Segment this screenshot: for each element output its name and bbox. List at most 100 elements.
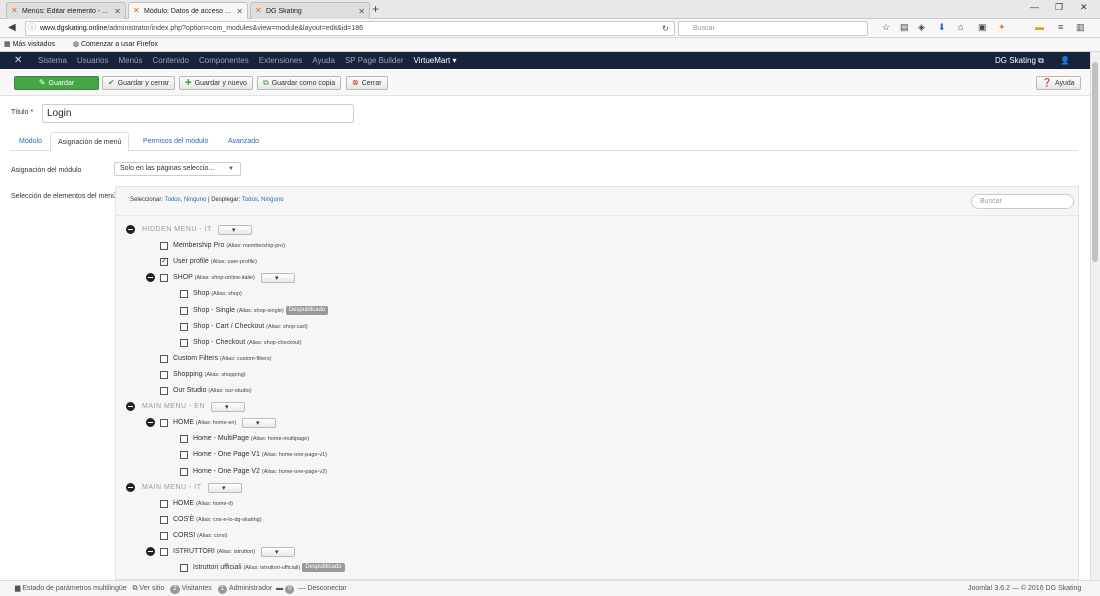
bookmark-most-visited[interactable]: ▦ Más visitados [4, 41, 63, 48]
menu-item-label[interactable]: Our Studio (Alias: our-studio) [173, 384, 252, 398]
tree-search-input[interactable]: Buscar [971, 194, 1074, 209]
menu-item-label[interactable]: HOME (Alias: home-en) [173, 416, 236, 430]
reload-icon[interactable]: ↻ [662, 24, 669, 33]
menu-item-label[interactable]: Shop - Cart / Checkout (Alias: shop-cart… [193, 320, 308, 334]
admin-menu-sp-page-builder[interactable]: SP Page Builder [345, 52, 404, 69]
menu-group-options-dropdown[interactable] [208, 482, 242, 496]
download-icon[interactable]: ⬇ [938, 22, 946, 33]
scrollbar-thumb[interactable] [1092, 62, 1098, 262]
collapse-toggle-icon[interactable] [146, 273, 155, 282]
browser-tab-module[interactable]: ✕ Módulo: Datos de acceso ... ✕ [128, 2, 248, 19]
item-options-dropdown[interactable] [261, 272, 295, 286]
reading-list-icon[interactable]: ▤ [900, 22, 909, 33]
menu-item-label[interactable]: HOME (Alias: home-it) [173, 497, 233, 511]
multilang-status-link[interactable]: Estado de parámetros multilingüe [22, 585, 126, 592]
menu-group-options-dropdown[interactable] [218, 224, 252, 238]
menu-item-checkbox[interactable]: ✓ [160, 258, 168, 266]
module-assignment-select[interactable]: Solo en las páginas seleccio... ▼ [114, 162, 241, 176]
admin-menu-content[interactable]: Contenido [153, 52, 189, 69]
close-button[interactable]: ⊗ Cerrar [346, 76, 388, 90]
user-icon[interactable]: 👤 [1060, 52, 1070, 69]
expand-all-link[interactable]: Todos [242, 197, 258, 203]
menu-item-label[interactable]: Shop (Alias: shop) [193, 287, 242, 301]
expand-none-link[interactable]: Ninguno [261, 197, 283, 203]
menu-item-checkbox[interactable] [160, 387, 168, 395]
minimize-icon[interactable]: — [1030, 2, 1039, 12]
menu-item-label[interactable]: ISTRUTTORI (Alias: istruttori) [173, 545, 255, 559]
bookmark-star-icon[interactable]: ☆ [882, 22, 890, 33]
menu-item-label[interactable]: Istruttori ufficiali (Alias: istruttori-… [193, 561, 345, 575]
item-options-dropdown[interactable] [242, 417, 276, 431]
menu-item-checkbox[interactable] [160, 548, 168, 556]
admin-menu-components[interactable]: Componentes [199, 52, 249, 69]
save-close-button[interactable]: ✔ Guardar y cerrar [102, 76, 176, 90]
close-tab-icon[interactable]: ✕ [114, 7, 121, 16]
menu-item-checkbox[interactable] [180, 290, 188, 298]
menu-item-label[interactable]: Home - One Page V2 (Alias: home-one-page… [193, 465, 327, 479]
bookmark-getting-started[interactable]: ◍ Comenzar a usar Firefox [73, 41, 166, 48]
info-icon[interactable]: ⓘ [28, 22, 36, 33]
save-button[interactable]: ✎ Guardar [14, 76, 99, 90]
joomla-logo-icon[interactable]: ✕ [14, 52, 22, 69]
menu-item-checkbox[interactable] [180, 451, 188, 459]
select-all-link[interactable]: Todos [165, 197, 181, 203]
menu-item-checkbox[interactable] [160, 419, 168, 427]
maximize-icon[interactable]: ❐ [1055, 2, 1063, 13]
tab-advanced[interactable]: Avanzado [221, 132, 266, 151]
back-icon[interactable]: ◀ [8, 22, 16, 33]
view-site-link[interactable]: Ver sitio [139, 585, 164, 592]
title-input[interactable]: Login [42, 104, 354, 123]
menu-item-label[interactable]: Membership Pro (Alias: membership-pro) [173, 239, 285, 253]
extension-icon[interactable]: ▣ [978, 22, 987, 33]
save-new-button[interactable]: ✚ Guardar y nuevo [179, 76, 253, 90]
collapse-toggle-icon[interactable] [126, 225, 135, 234]
menu-item-checkbox[interactable] [180, 323, 188, 331]
logout-link[interactable]: Desconectar [307, 585, 346, 592]
admin-menu-help[interactable]: Ayuda [312, 52, 335, 69]
menu-item-checkbox[interactable] [160, 355, 168, 363]
menu-item-label[interactable]: Home - One Page V1 (Alias: home-one-page… [193, 448, 327, 462]
menu-item-checkbox[interactable] [180, 564, 188, 572]
menu-item-label[interactable]: User profile (Alias: user-profile) [173, 255, 257, 269]
admin-menu-users[interactable]: Usuarios [77, 52, 109, 69]
collapse-toggle-icon[interactable] [146, 418, 155, 427]
menu-item-label[interactable]: CORSI (Alias: corsi) [173, 529, 227, 543]
pocket-icon[interactable]: ◈ [918, 22, 925, 33]
tab-module-permissions[interactable]: Permisos del módulo [136, 132, 215, 151]
menu-item-checkbox[interactable] [160, 516, 168, 524]
menu-item-checkbox[interactable] [160, 500, 168, 508]
hamburger-menu-icon[interactable]: ≡ [1058, 22, 1063, 32]
collapse-toggle-icon[interactable] [146, 547, 155, 556]
admin-menu-menus[interactable]: Menús [118, 52, 142, 69]
menu-item-label[interactable]: Shop - Checkout (Alias: shop-checkout) [193, 336, 302, 350]
addon-icon[interactable]: ✦ [998, 22, 1006, 33]
menu-item-checkbox[interactable] [180, 435, 188, 443]
menu-item-checkbox[interactable] [160, 274, 168, 282]
tab-menu-assignment[interactable]: Asignación de menú [50, 132, 130, 152]
collapse-toggle-icon[interactable] [126, 402, 135, 411]
menu-item-checkbox[interactable] [160, 532, 168, 540]
site-link[interactable]: DG Skating ⧉ [995, 52, 1044, 69]
admin-menu-extensions[interactable]: Extensiones [259, 52, 303, 69]
close-tab-icon[interactable]: ✕ [236, 7, 243, 16]
new-tab-icon[interactable]: + [372, 2, 379, 17]
home-icon[interactable]: ⌂ [958, 22, 963, 32]
browser-tab-dgskating[interactable]: ✕ DG Skating ✕ [250, 2, 370, 19]
close-window-icon[interactable]: ✕ [1080, 2, 1088, 13]
collapse-toggle-icon[interactable] [126, 483, 135, 492]
close-tab-icon[interactable]: ✕ [358, 7, 365, 16]
menu-item-checkbox[interactable] [160, 242, 168, 250]
select-none-link[interactable]: Ninguno [184, 197, 206, 203]
menu-item-checkbox[interactable] [160, 371, 168, 379]
save-copy-button[interactable]: ⧉ Guardar como copia [257, 76, 342, 90]
sidebar-icon[interactable]: ▥ [1076, 22, 1085, 33]
item-options-dropdown[interactable] [261, 546, 295, 560]
menu-item-label[interactable]: Custom Filters (Alias: custom-filters) [173, 352, 271, 366]
menu-item-label[interactable]: COS'È (Alias: cos-e-lo-dg-skating) [173, 513, 262, 527]
admin-menu-system[interactable]: Sistema [38, 52, 67, 69]
folder-icon[interactable]: ▬ [1035, 22, 1044, 32]
menu-item-label[interactable]: Home - MultiPage (Alias: home-multipage) [193, 432, 309, 446]
browser-search-input[interactable]: Buscar [678, 21, 868, 36]
browser-tab-menus[interactable]: ✕ Menús: Editar elemento - ... ✕ [6, 2, 126, 19]
menu-item-checkbox[interactable] [180, 307, 188, 315]
